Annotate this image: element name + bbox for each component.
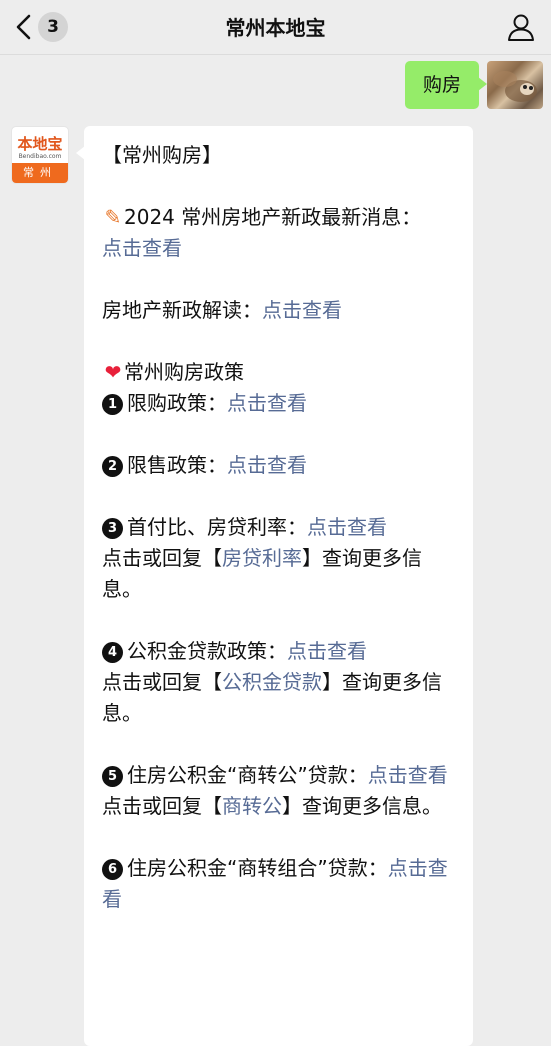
avatar-image: [493, 71, 537, 102]
heart-icon: ❤: [104, 360, 122, 384]
item-label: 限售政策：: [127, 453, 227, 477]
logo-text: 本地宝: [17, 135, 63, 153]
number-badge: 6: [102, 859, 123, 880]
logo-domain: Bendibao.com: [18, 153, 62, 160]
page-title: 常州本地宝: [225, 16, 326, 40]
news-link[interactable]: 点击查看: [102, 236, 182, 260]
item-label: 住房公积金“商转公”贷款：: [127, 763, 368, 787]
item-link[interactable]: 点击查看: [287, 639, 367, 663]
policy-item-2: 2 限售政策：点击查看: [102, 450, 457, 481]
number-badge: 1: [102, 394, 123, 415]
number-badge: 3: [102, 518, 123, 539]
item-label: 住房公积金“商转组合”贷款：: [127, 856, 388, 880]
outgoing-bubble[interactable]: 购房: [404, 61, 488, 109]
outgoing-message: 购房: [343, 61, 543, 111]
interpret-paragraph: 房地产新政解读：点击查看: [102, 295, 457, 326]
number-badge: 4: [102, 642, 123, 663]
item-link[interactable]: 点击查看: [368, 763, 448, 787]
interpret-link[interactable]: 点击查看: [262, 298, 342, 322]
item-label: 限购政策：: [127, 391, 227, 415]
item-link[interactable]: 点击查看: [227, 391, 307, 415]
message-heading: 【常州购房】: [102, 143, 222, 167]
interpret-label: 房地产新政解读：: [102, 298, 262, 322]
nav-bar: 3 常州本地宝: [0, 0, 551, 55]
policy-item-5: 5 住房公积金“商转公”贷款：点击查看 点击或回复【商转公】查询更多信息。: [102, 763, 448, 818]
policy-item-3: 3 首付比、房贷利率：点击查看 点击或回复【房贷利率】查询更多信息。: [102, 515, 422, 601]
item-link[interactable]: 点击查看: [227, 453, 307, 477]
incoming-message-bubble: 【常州购房】 ✎ 2024 常州房地产新政最新消息： 点击查看 房地产新政解读：点…: [76, 126, 473, 1046]
logo-city: 常州: [12, 163, 68, 183]
profile-icon[interactable]: [505, 11, 537, 43]
news-label: 2024 常州房地产新政最新消息：: [124, 205, 422, 229]
policy-heading: ❤ 常州购房政策: [102, 357, 457, 388]
policy-item-1: 1 限购政策：点击查看: [102, 388, 457, 419]
reply-keyword[interactable]: 公积金贷款: [222, 670, 322, 694]
news-paragraph: ✎ 2024 常州房地产新政最新消息： 点击查看: [102, 202, 457, 264]
policy-item-6: 6 住房公积金“商转组合”贷款：点击查看: [102, 853, 457, 915]
pen-icon: ✎: [104, 205, 122, 229]
policy-item-4: 4 公积金贷款政策：点击查看 点击或回复【公积金贷款】查询更多信息。: [102, 639, 442, 725]
number-badge: 2: [102, 456, 123, 477]
reply-keyword[interactable]: 商转公: [222, 794, 282, 818]
item-label: 首付比、房贷利率：: [127, 515, 307, 539]
number-badge: 5: [102, 766, 123, 787]
official-account-avatar[interactable]: 本地宝 Bendibao.com 常州: [11, 126, 69, 184]
item-label: 公积金贷款政策：: [127, 639, 287, 663]
user-avatar[interactable]: [487, 61, 543, 109]
reply-keyword[interactable]: 房贷利率: [222, 546, 302, 570]
item-link[interactable]: 点击查看: [307, 515, 387, 539]
